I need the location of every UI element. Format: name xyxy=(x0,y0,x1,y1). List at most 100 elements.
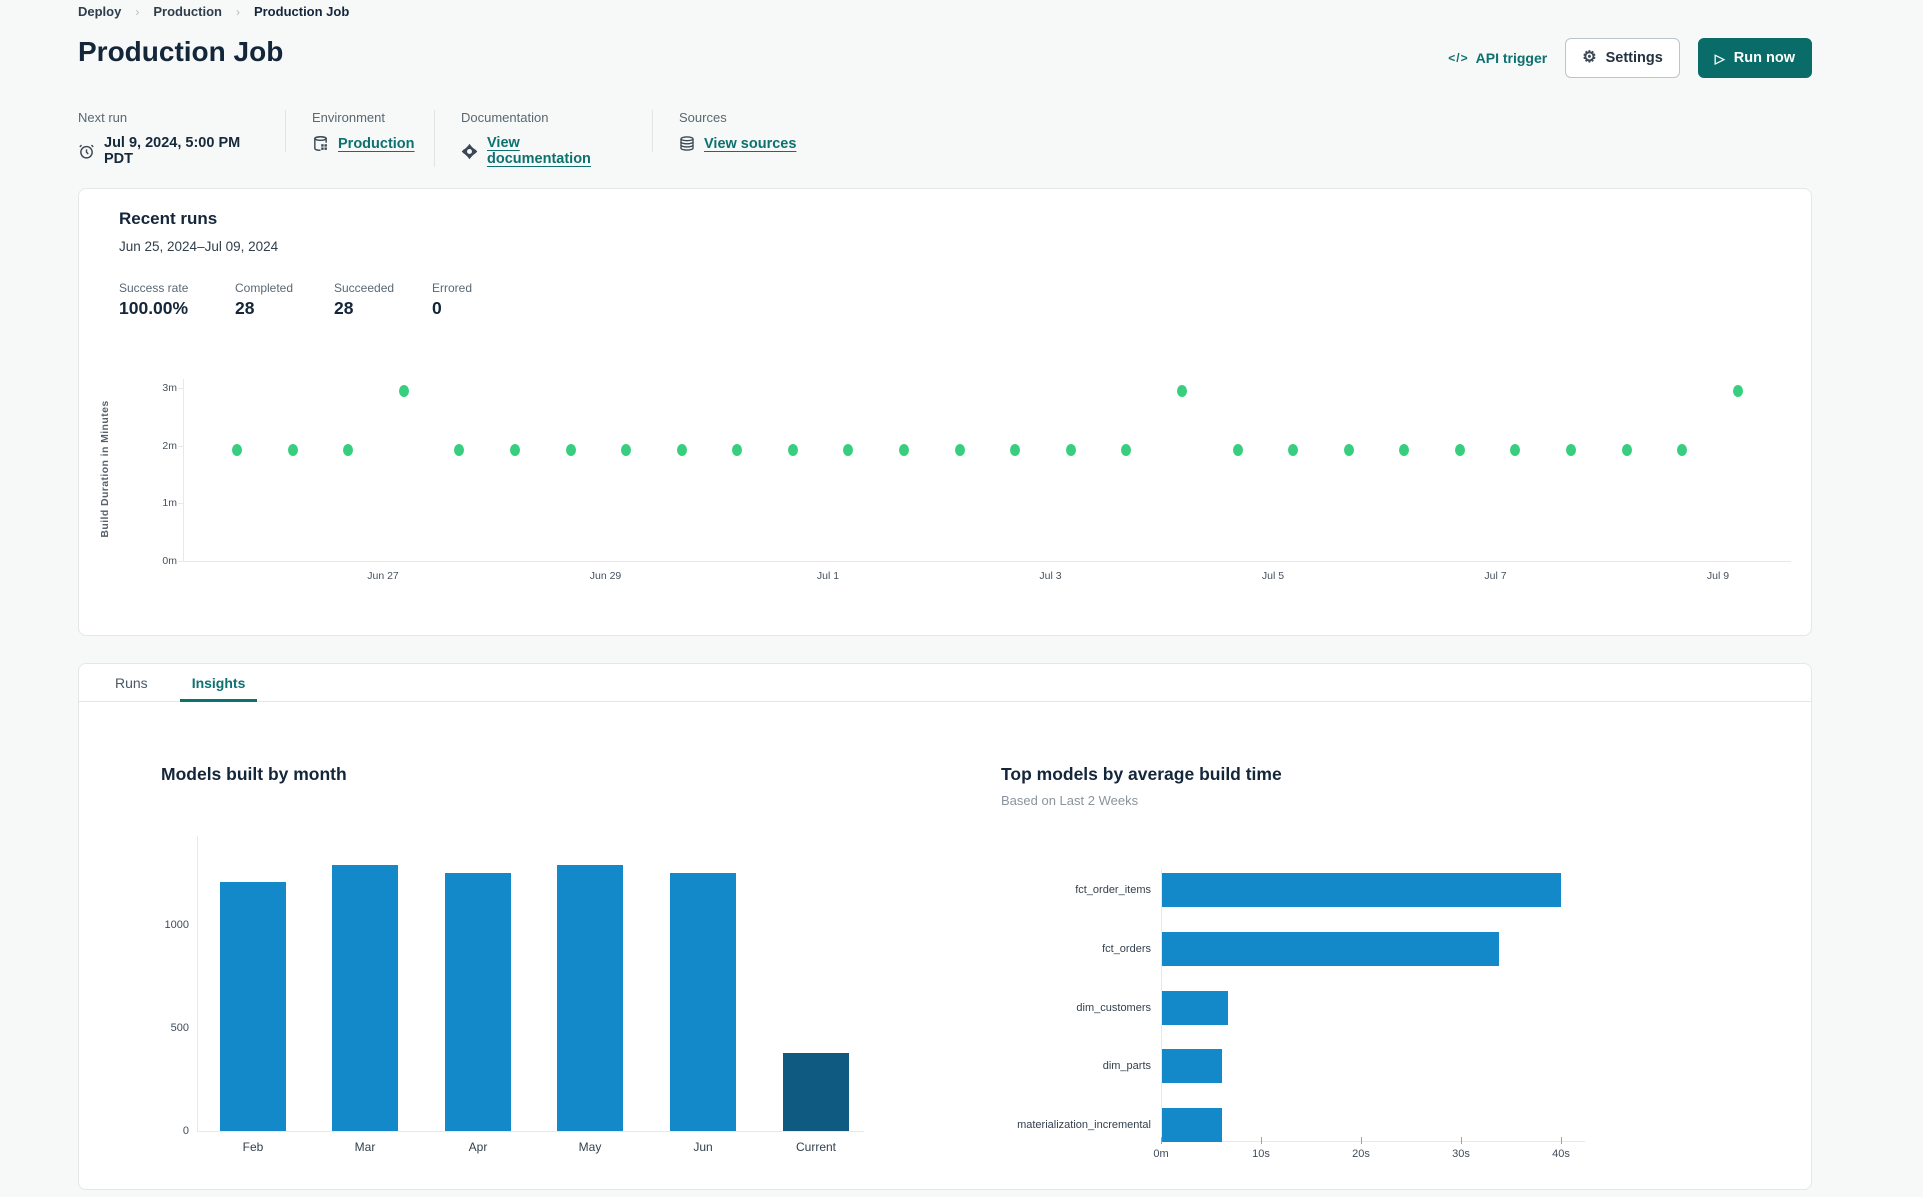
model-bar-fct_order_items[interactable] xyxy=(1162,873,1562,907)
month-bar-jun[interactable] xyxy=(670,872,736,1131)
hbar-category-label: dim_parts xyxy=(1102,1060,1151,1072)
month-bar-apr[interactable] xyxy=(445,872,511,1131)
breadcrumb: Deploy › Production › Production Job xyxy=(78,4,349,19)
api-trigger-link[interactable]: </> API trigger xyxy=(1448,50,1547,66)
dbt-logo-icon xyxy=(461,143,478,159)
view-sources-link[interactable]: View sources xyxy=(704,136,796,152)
run-duration-point[interactable] xyxy=(232,443,242,456)
bar-category-label: May xyxy=(578,1140,602,1154)
hbar-x-tick-mark xyxy=(1161,1137,1162,1144)
documentation-label: Documentation xyxy=(461,110,549,125)
model-bar-dim_customers[interactable] xyxy=(1162,991,1229,1025)
scatter-y-tick: 1m xyxy=(162,497,177,510)
insights-card: Runs Insights Models built by month 0 500… xyxy=(78,663,1812,1190)
scatter-x-tick: Jul 1 xyxy=(816,570,840,582)
run-duration-point[interactable] xyxy=(1065,443,1076,456)
scatter-x-tick: Jul 9 xyxy=(1706,570,1730,582)
run-now-button[interactable]: ▷ Run now xyxy=(1697,38,1812,78)
job-meta-row: Next run Jul 9, 2024, 5:00 PM PDT Enviro… xyxy=(78,110,824,168)
hbar-x-tick-mark xyxy=(1461,1137,1462,1144)
scatter-y-axis-line xyxy=(183,379,184,561)
scatter-x-tick: Jun 29 xyxy=(589,570,622,582)
breadcrumb-production[interactable]: Production xyxy=(153,4,222,19)
hbar-category-label: fct_order_items xyxy=(1075,884,1151,896)
run-duration-point[interactable] xyxy=(454,443,465,456)
code-icon: </> xyxy=(1448,51,1469,65)
run-duration-point[interactable] xyxy=(843,443,854,456)
run-duration-point[interactable] xyxy=(1121,443,1132,456)
scatter-y-tick-mark xyxy=(178,445,183,447)
run-duration-point[interactable] xyxy=(1454,443,1465,456)
run-duration-point[interactable] xyxy=(1343,443,1354,456)
run-duration-point[interactable] xyxy=(1677,443,1688,456)
month-bar-feb[interactable] xyxy=(220,882,286,1131)
page-title: Production Job xyxy=(78,36,284,67)
meta-next-run: Next run Jul 9, 2024, 5:00 PM PDT xyxy=(78,110,285,167)
month-bar-mar[interactable] xyxy=(332,864,398,1131)
header-actions: </> API trigger ⚙ Settings ▷ Run now xyxy=(1448,38,1812,78)
run-duration-point[interactable] xyxy=(1288,443,1299,456)
scatter-y-tick: 2m xyxy=(162,439,177,452)
run-duration-point[interactable] xyxy=(787,443,798,456)
model-bar-dim_parts[interactable] xyxy=(1162,1049,1223,1083)
run-duration-point[interactable] xyxy=(954,443,965,456)
hbar-x-tick: 20s xyxy=(1352,1148,1370,1160)
hbar-category-label: fct_orders xyxy=(1102,943,1151,955)
bar-category-label: Jun xyxy=(693,1140,713,1154)
run-duration-point[interactable] xyxy=(1232,443,1243,456)
scatter-y-tick-mark xyxy=(178,387,183,389)
bar-category-label: Apr xyxy=(468,1140,488,1154)
run-duration-point[interactable] xyxy=(1176,384,1187,397)
production-job-page: Deploy › Production › Production Job Pro… xyxy=(0,0,1923,1197)
run-duration-point[interactable] xyxy=(621,443,632,456)
bar-y-tick: 1000 xyxy=(164,919,189,932)
run-duration-point[interactable] xyxy=(398,384,409,397)
run-duration-point[interactable] xyxy=(1732,384,1743,397)
run-duration-point[interactable] xyxy=(1010,443,1021,456)
model-bar-fct_orders[interactable] xyxy=(1162,932,1499,966)
run-duration-point[interactable] xyxy=(509,443,520,456)
chevron-right-icon: › xyxy=(235,4,240,19)
next-run-label: Next run xyxy=(78,110,128,125)
model-bar-materialization_incremental[interactable] xyxy=(1162,1108,1223,1142)
environment-link[interactable]: Production xyxy=(338,136,415,152)
scatter-x-tick: Jul 5 xyxy=(1261,570,1285,582)
meta-documentation: Documentation View documentation xyxy=(434,110,652,167)
hbar-x-axis-line xyxy=(1161,1141,1585,1142)
breadcrumb-deploy[interactable]: Deploy xyxy=(78,4,121,19)
run-duration-point[interactable] xyxy=(732,443,743,456)
bar-category-label: Current xyxy=(795,1140,836,1154)
models-built-by-month-chart: 0 500 1000 Feb Mar Apr May Jun Current xyxy=(79,664,979,1191)
run-duration-point[interactable] xyxy=(1399,443,1410,456)
run-duration-point[interactable] xyxy=(899,443,910,456)
month-bar-may[interactable] xyxy=(557,864,623,1131)
scatter-y-tick: 0m xyxy=(162,555,177,567)
scatter-y-tick-mark xyxy=(178,503,183,505)
hbar-category-label: materialization_incremental xyxy=(1017,1119,1151,1131)
hbar-x-tick: 0m xyxy=(1153,1148,1169,1160)
run-duration-point[interactable] xyxy=(1566,443,1577,456)
hbar-x-tick: 30s xyxy=(1452,1148,1470,1160)
environment-label: Environment xyxy=(312,110,385,125)
run-duration-point[interactable] xyxy=(676,443,687,456)
run-duration-point[interactable] xyxy=(343,443,354,456)
run-now-label: Run now xyxy=(1733,50,1795,66)
hbar-x-tick-mark xyxy=(1261,1137,1262,1144)
hbar-x-tick-mark xyxy=(1561,1137,1562,1144)
api-trigger-label: API trigger xyxy=(1475,50,1548,66)
run-duration-point[interactable] xyxy=(565,443,576,456)
scatter-y-tick-mark xyxy=(178,561,183,562)
play-icon: ▷ xyxy=(1714,50,1725,66)
meta-sources: Sources View sources xyxy=(652,110,824,152)
settings-button[interactable]: ⚙ Settings xyxy=(1565,38,1680,78)
scatter-y-axis-title: Build Duration in Minutes xyxy=(99,400,111,538)
bar-y-tick: 500 xyxy=(170,1022,189,1035)
run-duration-point[interactable] xyxy=(287,443,298,456)
month-bar-current[interactable] xyxy=(783,1052,849,1131)
chevron-right-icon: › xyxy=(135,4,140,19)
gear-icon: ⚙ xyxy=(1582,49,1597,66)
run-duration-point[interactable] xyxy=(1621,443,1632,456)
run-duration-point[interactable] xyxy=(1510,443,1521,456)
view-documentation-link[interactable]: View documentation xyxy=(487,135,624,167)
breadcrumb-production-job: Production Job xyxy=(253,4,350,19)
